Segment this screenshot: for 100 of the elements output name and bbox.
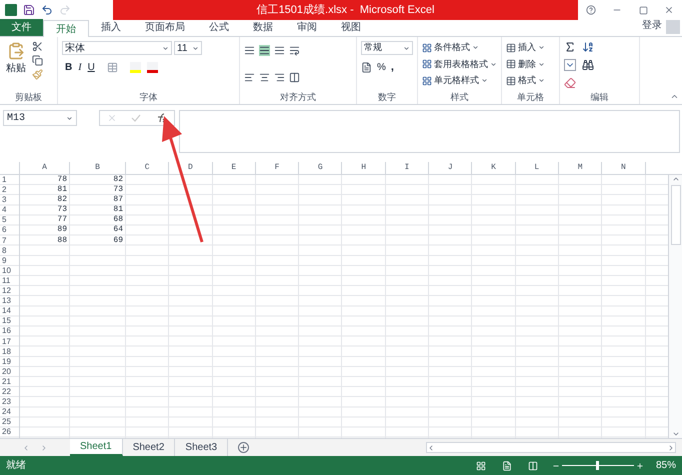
copy-icon[interactable] <box>32 55 43 66</box>
scroll-up-icon[interactable] <box>672 175 680 183</box>
row-header[interactable]: 13 <box>0 296 19 306</box>
row-header[interactable]: 20 <box>0 366 19 377</box>
paste-button[interactable]: 粘贴 <box>4 41 28 90</box>
autosum-icon[interactable] <box>564 41 576 53</box>
font-color-icon[interactable] <box>146 62 158 73</box>
column-header[interactable]: E <box>212 162 256 174</box>
column-header[interactable]: N <box>602 162 646 174</box>
row-header[interactable]: 25 <box>0 417 19 428</box>
align-left-icon[interactable] <box>244 72 255 82</box>
row-header[interactable]: 8 <box>0 246 19 256</box>
maximize-icon[interactable] <box>638 6 648 14</box>
column-header[interactable]: M <box>558 162 602 174</box>
bold-button[interactable]: B <box>65 60 72 75</box>
styles-menu-button[interactable]: 套用表格格式 <box>422 58 497 71</box>
row-header[interactable]: 14 <box>0 306 19 316</box>
ribbon-tab[interactable]: 文件 <box>0 19 43 36</box>
font-size-field[interactable]: 11 <box>174 41 202 55</box>
row-header[interactable]: 4 <box>0 205 19 216</box>
row-header[interactable]: 12 <box>0 286 19 296</box>
collapse-ribbon-icon[interactable] <box>670 92 679 101</box>
new-sheet-icon[interactable] <box>238 442 249 453</box>
fill-icon[interactable] <box>564 59 576 71</box>
close-icon[interactable] <box>664 5 674 15</box>
styles-menu-button[interactable]: 单元格样式 <box>422 74 497 88</box>
cells-menu-button[interactable]: 格式 <box>506 74 545 88</box>
row-header[interactable]: 22 <box>0 386 19 398</box>
zoom-in-icon[interactable] <box>636 462 644 470</box>
normal-view-icon[interactable] <box>476 460 486 470</box>
cut-icon[interactable] <box>32 41 43 52</box>
row-header[interactable]: 6 <box>0 225 19 236</box>
comma-button[interactable]: , <box>390 59 394 76</box>
clear-icon[interactable] <box>564 77 576 89</box>
font-name-field[interactable]: 宋体 <box>62 41 172 55</box>
currency-icon[interactable] <box>361 62 372 73</box>
undo-icon[interactable] <box>41 4 53 16</box>
row-header[interactable]: 21 <box>0 376 19 387</box>
scroll-right-icon[interactable] <box>667 444 675 452</box>
find-icon[interactable] <box>582 59 594 71</box>
column-header[interactable]: C <box>126 162 170 174</box>
orientation-icon[interactable] <box>289 45 300 56</box>
row-header[interactable]: 2 <box>0 185 19 196</box>
horizontal-scrollbar[interactable] <box>426 442 676 453</box>
row-header[interactable]: 15 <box>0 316 19 326</box>
zoom-slider[interactable] <box>562 461 634 470</box>
row-header[interactable]: 26 <box>0 427 19 438</box>
page-break-icon[interactable] <box>528 460 538 470</box>
merge-icon[interactable] <box>289 72 300 82</box>
align-top-icon[interactable] <box>244 45 255 56</box>
row-header[interactable]: 9 <box>0 256 19 266</box>
column-header[interactable]: A <box>20 162 70 174</box>
ribbon-tab[interactable]: 插入 <box>89 19 133 36</box>
row-header[interactable]: 19 <box>0 356 19 367</box>
scroll-left-icon[interactable] <box>427 444 435 452</box>
row-header[interactable]: 23 <box>0 397 19 408</box>
column-header[interactable]: J <box>429 162 472 174</box>
row-header[interactable]: 17 <box>0 336 19 347</box>
align-center-icon[interactable] <box>259 72 270 82</box>
row-header[interactable]: 10 <box>0 266 19 276</box>
scrollbar-thumb[interactable] <box>670 185 680 245</box>
number-format-field[interactable]: 常规 <box>361 41 413 55</box>
sheet-tab[interactable]: Sheet1 <box>70 439 123 456</box>
fill-color-icon[interactable] <box>130 62 141 73</box>
italic-button[interactable]: I <box>78 60 82 75</box>
name-box[interactable]: M13 <box>3 110 77 126</box>
ribbon-tab[interactable]: 视图 <box>329 19 373 36</box>
row-header[interactable]: 3 <box>0 195 19 206</box>
row-header[interactable]: 18 <box>0 346 19 357</box>
column-header[interactable]: G <box>299 162 342 174</box>
page-layout-icon[interactable] <box>502 460 512 470</box>
formula-input[interactable] <box>179 110 680 153</box>
row-header[interactable]: 5 <box>0 215 19 226</box>
row-header[interactable]: 24 <box>0 407 19 418</box>
column-header[interactable]: F <box>256 162 300 174</box>
help-icon[interactable] <box>586 5 596 15</box>
border-icon[interactable] <box>106 62 118 73</box>
align-middle-icon[interactable] <box>259 45 270 56</box>
login-link[interactable]: 登录 <box>642 18 662 33</box>
column-header[interactable]: D <box>169 162 213 174</box>
ribbon-tab[interactable]: 页面布局 <box>133 19 197 36</box>
scroll-down-icon[interactable] <box>672 430 680 438</box>
ribbon-tab[interactable]: 审阅 <box>285 19 329 36</box>
percent-button[interactable]: % <box>377 60 386 75</box>
underline-button[interactable]: U <box>88 60 95 75</box>
column-header[interactable]: H <box>342 162 386 174</box>
ribbon-tab[interactable]: 开始 <box>43 20 89 37</box>
ribbon-tab[interactable]: 公式 <box>197 19 241 36</box>
column-header[interactable]: I <box>386 162 430 174</box>
row-header[interactable]: 1 <box>0 175 19 186</box>
column-header[interactable]: K <box>472 162 516 174</box>
row-header[interactable]: 7 <box>0 236 19 246</box>
vertical-scrollbar[interactable] <box>668 175 682 438</box>
sort-icon[interactable] <box>582 41 594 53</box>
styles-menu-button[interactable]: 条件格式 <box>422 41 497 54</box>
cells-menu-button[interactable]: 删除 <box>506 58 545 71</box>
column-header[interactable]: L <box>516 162 559 174</box>
row-header[interactable]: 16 <box>0 326 19 336</box>
row-header[interactable]: 11 <box>0 276 19 286</box>
align-bottom-icon[interactable] <box>274 45 285 56</box>
